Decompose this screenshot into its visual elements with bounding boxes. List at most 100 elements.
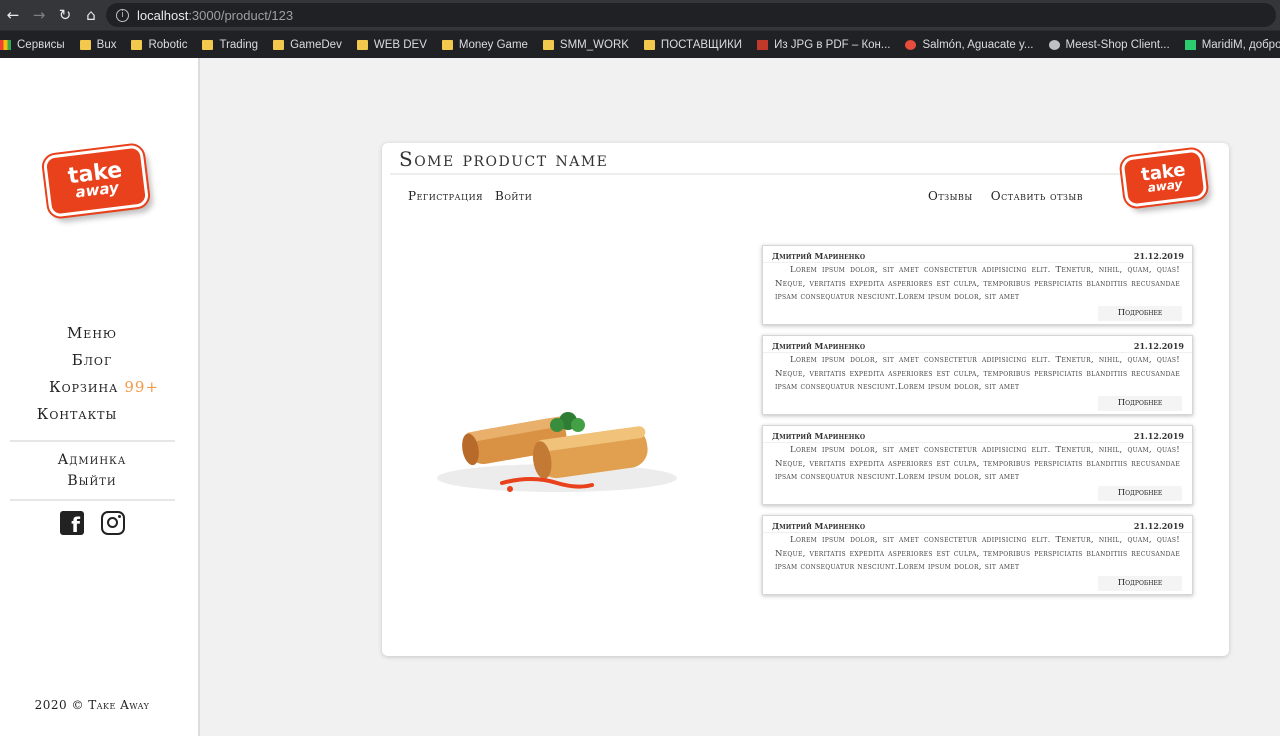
review-more-button[interactable]: Подробнее — [1098, 306, 1182, 321]
review-more-button[interactable]: Подробнее — [1098, 486, 1182, 501]
bookmark-item[interactable]: Сервисы — [0, 39, 65, 51]
bookmark-item[interactable]: MaridiM, добро по... — [1184, 38, 1280, 51]
bookmark-label: Meest-Shop Client... — [1065, 38, 1170, 51]
copyright-text: 2020 © Take Away — [34, 698, 150, 712]
bookmark-label: ПОСТАВЩИКИ — [660, 38, 743, 51]
product-image — [437, 412, 677, 492]
sidebar: take away Меню Блог Корзина 99+ Контакты … — [0, 58, 200, 736]
login-link[interactable]: Войти — [495, 189, 532, 203]
bookmark-item[interactable]: Bux — [79, 38, 117, 51]
review-card: Дмитрий Мариненко 21.12.2019 Lorem ipsum d… — [762, 425, 1193, 505]
bookmark-label: Money Game — [458, 38, 528, 51]
bookmark-item[interactable]: WEB DEV — [356, 38, 427, 51]
main-nav: Меню Блог Корзина 99+ Контакты — [0, 320, 184, 428]
cart-label: Корзина — [48, 378, 119, 396]
review-author: Дмитрий Мариненко — [772, 431, 866, 441]
apps-icon — [0, 39, 11, 50]
mm-icon — [1184, 39, 1196, 50]
url-host: localhost — [137, 7, 189, 23]
product-card: Some product name take away Регистрация В… — [382, 143, 1229, 656]
review-author: Дмитрий Мариненко — [772, 341, 866, 351]
brand-logo[interactable]: take away — [40, 141, 152, 221]
cart-count-badge: 99+ — [124, 378, 160, 396]
bookmark-item[interactable]: GameDev — [273, 39, 342, 51]
folder-icon — [542, 39, 554, 50]
bookmark-item[interactable]: Robotic — [131, 39, 187, 51]
bookmark-item[interactable]: SMM_WORK — [542, 38, 629, 51]
address-bar[interactable]: i localhost:3000/product/123 — [106, 3, 1276, 27]
social-links: f — [60, 511, 125, 535]
bookmark-label: GameDev — [290, 38, 342, 51]
review-more-button[interactable]: Подробнее — [1098, 576, 1182, 591]
back-icon[interactable]: ← — [0, 0, 26, 30]
info-icon[interactable]: i — [116, 8, 129, 22]
go-icon — [905, 39, 917, 50]
review-author: Дмитрий Мариненко — [772, 521, 866, 531]
bookmark-item[interactable]: Meest-Shop Client... — [1048, 38, 1170, 51]
folder-icon — [643, 39, 655, 50]
review-text: Lorem ipsum dolor, sit amet consectetur … — [775, 445, 1180, 482]
nav-blog-link[interactable]: Блог — [0, 347, 184, 374]
home-icon[interactable]: ⌂ — [78, 0, 104, 30]
bookmark-label: Trading — [219, 38, 259, 51]
bookmark-item[interactable]: Money Game — [441, 38, 528, 51]
nav-contacts-link[interactable]: Контакты — [0, 401, 184, 428]
review-header: Дмитрий Мариненко 21.12.2019 — [763, 248, 1192, 263]
review-nav: Отзывы Оставить отзыв — [928, 189, 1095, 203]
bookmark-label: Сервисы — [17, 38, 65, 51]
folder-icon — [273, 39, 285, 50]
sidebar-divider — [10, 499, 175, 501]
facebook-icon[interactable]: f — [60, 511, 84, 535]
reload-icon[interactable]: ↻ — [52, 0, 78, 30]
bookmark-label: Из JPG в PDF – Кон... — [774, 38, 891, 51]
nav-cart-link[interactable]: Корзина 99+ — [0, 374, 184, 401]
review-card: Дмитрий Мариненко 21.12.2019 Lorem ipsum d… — [762, 515, 1193, 595]
review-card: Дмитрий Мариненко 21.12.2019 Lorem ipsum d… — [762, 335, 1193, 415]
url-path: :3000/product/123 — [188, 7, 294, 23]
nav-menu-link[interactable]: Меню — [0, 320, 184, 347]
reviews-list: Дмитрий Мариненко 21.12.2019 Lorem ipsum d… — [762, 245, 1193, 605]
bookmark-item[interactable]: Trading — [202, 39, 258, 51]
bookmarks-bar: Сервисы Bux Robotic Trading GameDev WEB DEV Mo… — [0, 30, 1280, 58]
folder-icon — [441, 39, 453, 50]
folder-icon — [79, 39, 91, 50]
browser-toolbar: ← → ↻ ⌂ i localhost:3000/product/123 — [0, 0, 1280, 30]
product-title: Some product name — [399, 147, 609, 171]
review-header: Дмитрий Мариненко 21.12.2019 — [763, 338, 1192, 353]
review-text: Lorem ipsum dolor, sit amet consectetur … — [775, 265, 1180, 302]
auth-nav: Регистрация Войти — [408, 189, 544, 203]
bookmark-label: WEB DEV — [373, 38, 427, 51]
card-brand-logo[interactable]: take away — [1118, 145, 1210, 211]
bookmark-item[interactable]: ПОСТАВЩИКИ — [643, 38, 743, 51]
bookmark-label: Salmón, Aguacate y... — [922, 38, 1034, 51]
admin-link[interactable]: Админка — [0, 450, 184, 471]
bookmark-label: SMM_WORK — [559, 38, 629, 51]
logo-line2: away — [74, 178, 120, 202]
review-author: Дмитрий Мариненко — [772, 251, 866, 261]
instagram-icon[interactable] — [101, 511, 125, 535]
bookmark-item[interactable]: Salmón, Aguacate y... — [905, 38, 1034, 51]
review-header: Дмитрий Мариненко 21.12.2019 — [763, 518, 1192, 533]
folder-icon — [202, 39, 214, 50]
folder-icon — [131, 39, 143, 50]
bookmark-label: Robotic — [148, 38, 188, 51]
bookmark-label: MaridiM, добро по... — [1201, 38, 1280, 51]
bookmark-label: Bux — [96, 38, 117, 51]
reviews-link[interactable]: Отзывы — [928, 189, 973, 203]
logout-link[interactable]: Выйти — [0, 471, 184, 492]
review-header: Дмитрий Мариненко 21.12.2019 — [763, 428, 1192, 443]
forward-icon[interactable]: → — [26, 0, 52, 30]
review-text: Lorem ipsum dolor, sit amet consectetur … — [775, 355, 1180, 392]
review-date: 21.12.2019 — [1133, 341, 1184, 351]
leave-review-link[interactable]: Оставить отзыв — [991, 189, 1083, 203]
review-date: 21.12.2019 — [1133, 431, 1184, 441]
sidebar-divider — [10, 440, 175, 442]
folder-icon — [356, 39, 368, 50]
register-link[interactable]: Регистрация — [408, 189, 483, 203]
logo-line2: away — [1146, 176, 1184, 195]
title-underline — [390, 173, 1130, 175]
review-more-button[interactable]: Подробнее — [1098, 396, 1182, 411]
pdf-icon — [757, 39, 769, 50]
bookmark-item[interactable]: Из JPG в PDF – Кон... — [757, 39, 890, 51]
review-card: Дмитрий Мариненко 21.12.2019 Lorem ipsum d… — [762, 245, 1193, 325]
